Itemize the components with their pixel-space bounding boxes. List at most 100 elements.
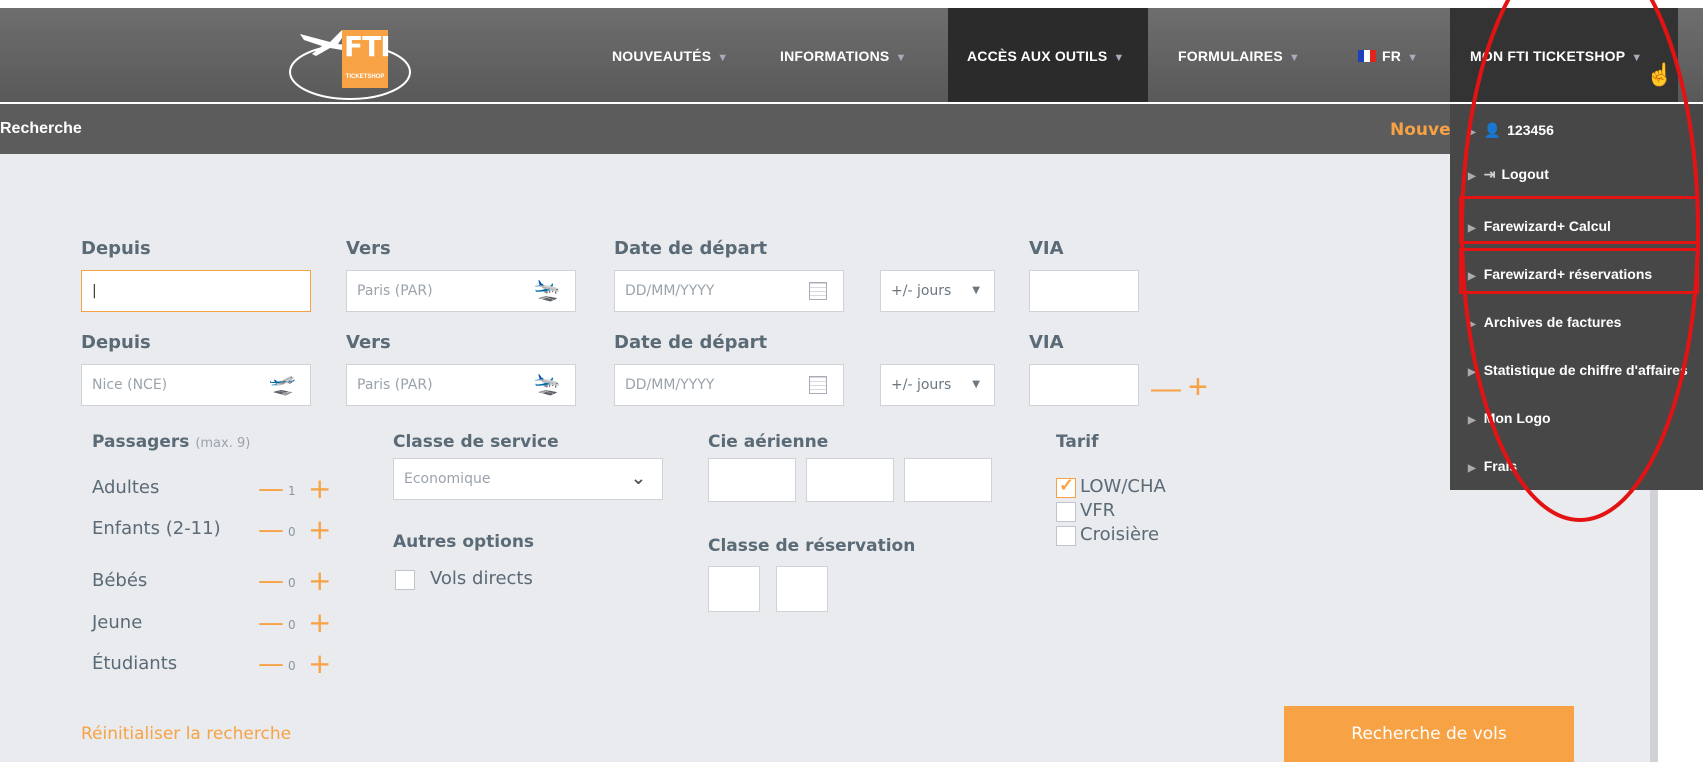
plus-icon[interactable]: + bbox=[308, 564, 331, 597]
tarif-option-label: Croisière bbox=[1080, 524, 1160, 545]
remove-segment-icon[interactable]: — bbox=[1151, 372, 1181, 406]
stepper-value: 0 bbox=[288, 659, 296, 673]
logo[interactable]: FTI TICKETSHOP bbox=[280, 14, 420, 100]
nav-label: ACCÈS AUX OUTILS bbox=[967, 48, 1108, 64]
to-input[interactable]: Paris (PAR) 🛬 bbox=[346, 270, 576, 312]
tarif-option-label: LOW/CHA bbox=[1080, 476, 1166, 497]
date-label: Date de départ bbox=[614, 332, 768, 353]
class-select[interactable]: Economique ⌄ bbox=[393, 458, 663, 500]
search-flights-label: Recherche de vols bbox=[1351, 724, 1507, 744]
minus-icon[interactable]: — bbox=[258, 474, 284, 504]
minus-icon[interactable]: — bbox=[258, 515, 284, 545]
other-options-label: Autres options bbox=[393, 532, 535, 552]
passenger-type-label: Adultes bbox=[92, 477, 160, 498]
page-title: Recherche bbox=[0, 120, 82, 137]
class-label: Classe de service bbox=[393, 432, 559, 452]
caret-down-icon: ▼ bbox=[717, 52, 729, 64]
date-placeholder: DD/MM/YYYY bbox=[625, 283, 715, 299]
date-input[interactable]: DD/MM/YYYY bbox=[614, 364, 844, 406]
airline-input-3[interactable] bbox=[904, 458, 992, 502]
direct-flights-label: Vols directs bbox=[430, 568, 533, 589]
nav-language[interactable]: FR ▼ bbox=[1358, 48, 1418, 64]
booking-class-label: Classe de réservation bbox=[708, 536, 916, 556]
caret-down-icon: ▼ bbox=[972, 285, 980, 296]
passenger-type-label: Bébés bbox=[92, 570, 148, 591]
nav-nouveautes[interactable]: NOUVEAUTÉS ▼ bbox=[612, 48, 728, 64]
stepper-value: 0 bbox=[288, 525, 296, 539]
to-label: Vers bbox=[346, 238, 391, 259]
check-icon: ✓ bbox=[1059, 475, 1075, 495]
caret-down-icon: ▼ bbox=[1113, 52, 1125, 64]
airplane-landing-icon: 🛬 bbox=[533, 278, 561, 303]
via-label: VIA bbox=[1029, 238, 1064, 259]
annotation-ellipse bbox=[1460, 0, 1700, 522]
tarif-croisiere-checkbox[interactable] bbox=[1056, 526, 1076, 546]
nav-label: FR bbox=[1382, 48, 1402, 64]
caret-down-icon: ▼ bbox=[1407, 52, 1419, 64]
via-input[interactable] bbox=[1029, 364, 1139, 406]
airline-input-1[interactable] bbox=[708, 458, 796, 502]
plus-icon[interactable]: + bbox=[308, 513, 331, 546]
booking-class-input-1[interactable] bbox=[708, 566, 760, 612]
calendar-icon bbox=[809, 376, 827, 394]
to-label: Vers bbox=[346, 332, 391, 353]
via-label: VIA bbox=[1029, 332, 1064, 353]
date-input[interactable]: DD/MM/YYYY bbox=[614, 270, 844, 312]
tarif-low-checkbox[interactable]: ✓ bbox=[1056, 475, 1076, 498]
plus-icon[interactable]: + bbox=[308, 606, 331, 639]
airline-input-2[interactable] bbox=[806, 458, 894, 502]
chevron-down-icon: ⌄ bbox=[630, 468, 646, 489]
calendar-icon bbox=[809, 282, 827, 300]
stepper-value: 1 bbox=[288, 484, 296, 498]
tarif-option-label: VFR bbox=[1080, 500, 1116, 521]
minus-icon[interactable]: — bbox=[258, 649, 284, 679]
days-select-label: +/- jours bbox=[891, 377, 952, 393]
minus-icon[interactable]: — bbox=[258, 608, 284, 638]
caret-down-icon: ▼ bbox=[972, 379, 980, 390]
to-input[interactable]: Paris (PAR) 🛬 bbox=[346, 364, 576, 406]
flag-fr-icon bbox=[1358, 50, 1376, 62]
students-stepper[interactable]: — 0 + bbox=[258, 647, 338, 680]
nav-informations[interactable]: INFORMATIONS ▼ bbox=[780, 48, 907, 64]
nav-label: INFORMATIONS bbox=[780, 48, 890, 64]
to-placeholder: Paris (PAR) bbox=[357, 377, 433, 393]
date-label: Date de départ bbox=[614, 238, 768, 259]
nav-label: NOUVEAUTÉS bbox=[612, 48, 712, 64]
plus-icon[interactable]: + bbox=[308, 647, 331, 680]
airplane-takeoff-icon: 🛫 bbox=[268, 372, 296, 397]
date-placeholder: DD/MM/YYYY bbox=[625, 377, 715, 393]
nav-formulaires[interactable]: FORMULAIRES ▼ bbox=[1178, 48, 1300, 64]
minus-icon[interactable]: — bbox=[258, 566, 284, 596]
passenger-type-label: Jeune bbox=[92, 612, 143, 633]
days-select[interactable]: +/- jours ▼ bbox=[880, 270, 995, 312]
from-label: Depuis bbox=[81, 332, 151, 353]
days-select[interactable]: +/- jours ▼ bbox=[880, 364, 995, 406]
from-input[interactable]: Nice (NCE) 🛫 bbox=[81, 364, 311, 406]
search-flights-button[interactable]: Recherche de vols bbox=[1284, 706, 1574, 762]
via-input[interactable] bbox=[1029, 270, 1139, 312]
from-label: Depuis bbox=[81, 238, 151, 259]
to-placeholder: Paris (PAR) bbox=[357, 283, 433, 299]
infants-stepper[interactable]: — 0 + bbox=[258, 564, 338, 597]
youth-stepper[interactable]: — 0 + bbox=[258, 606, 338, 639]
airplane-landing-icon: 🛬 bbox=[533, 372, 561, 397]
plus-icon[interactable]: + bbox=[308, 472, 331, 505]
children-stepper[interactable]: — 0 + bbox=[258, 513, 338, 546]
direct-flights-checkbox[interactable] bbox=[395, 570, 415, 590]
tarif-label: Tarif bbox=[1056, 432, 1099, 452]
booking-class-input-2[interactable] bbox=[776, 566, 828, 612]
reset-search-link[interactable]: Réinitialiser la recherche bbox=[81, 724, 291, 744]
adults-stepper[interactable]: — 1 + bbox=[258, 472, 338, 505]
stepper-value: 0 bbox=[288, 618, 296, 632]
logo-text: FTI bbox=[344, 30, 391, 63]
from-input[interactable]: | bbox=[81, 270, 311, 312]
class-value: Economique bbox=[404, 471, 491, 487]
stepper-value: 0 bbox=[288, 576, 296, 590]
passengers-label: Passagers (max. 9) bbox=[92, 432, 251, 452]
passenger-type-label: Enfants (2-11) bbox=[92, 518, 221, 539]
days-select-label: +/- jours bbox=[891, 283, 952, 299]
nav-acces-aux-outils[interactable]: ACCÈS AUX OUTILS ▼ bbox=[967, 48, 1124, 64]
add-segment-icon[interactable]: + bbox=[1188, 368, 1208, 407]
passenger-type-label: Étudiants bbox=[92, 653, 178, 674]
tarif-vfr-checkbox[interactable] bbox=[1056, 502, 1076, 522]
